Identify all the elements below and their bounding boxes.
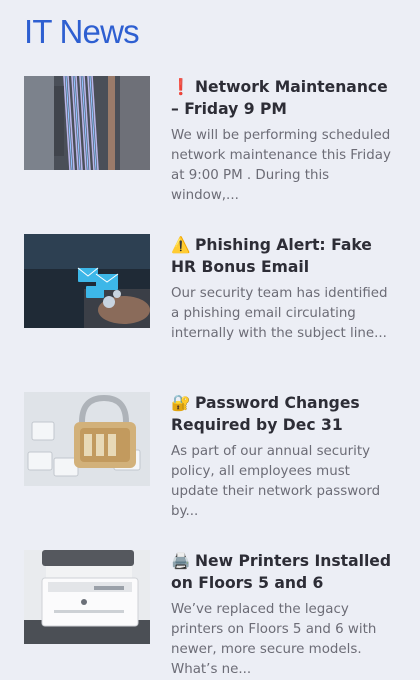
headline-text: Phishing Alert: Fake HR Bonus Email: [171, 236, 372, 276]
headline-text: Password Changes Required by Dec 31: [171, 394, 360, 434]
news-headline[interactable]: 🔐 Password Changes Required by Dec 31: [171, 392, 396, 436]
phishing-email-image[interactable]: [24, 234, 150, 328]
page-title: IT News: [24, 13, 140, 50]
warning-icon: ⚠️: [171, 236, 191, 254]
news-excerpt: We’ve replaced the legacy printers on Fl…: [171, 602, 377, 677]
news-headline[interactable]: ❗ Network Maintenance – Friday 9 PM: [171, 76, 396, 120]
news-item-phishing-alert[interactable]: ⚠️ Phishing Alert: Fake HR Bonus Email Ou…: [24, 234, 404, 354]
news-item-password-changes[interactable]: 🔐 Password Changes Required by Dec 31 As …: [24, 392, 404, 519]
news-headline[interactable]: 🖨️ New Printers Installed on Floors 5 and…: [171, 550, 396, 594]
news-item-new-printers[interactable]: 🖨️ New Printers Installed on Floors 5 and…: [24, 550, 404, 677]
printer-image[interactable]: [24, 550, 150, 644]
news-excerpt: Our security team has identified a phish…: [171, 286, 388, 341]
news-headline[interactable]: ⚠️ Phishing Alert: Fake HR Bonus Email: [171, 234, 396, 278]
headline-text: New Printers Installed on Floors 5 and 6: [171, 552, 392, 592]
news-excerpt: As part of our annual security policy, a…: [171, 444, 381, 519]
news-excerpt: We will be performing scheduled network …: [171, 128, 391, 203]
padlock-keyboard-image[interactable]: [24, 392, 150, 486]
network-cables-image[interactable]: [24, 76, 150, 170]
exclamation-icon: ❗: [171, 78, 191, 96]
it-news-page: IT News ❗ Network Maintenance – Friday 9…: [0, 0, 420, 677]
headline-text: Network Maintenance – Friday 9 PM: [171, 78, 388, 118]
news-item-network-maintenance[interactable]: ❗ Network Maintenance – Friday 9 PM We wi…: [24, 76, 404, 203]
lock-icon: 🔐: [171, 394, 191, 412]
printer-icon: 🖨️: [171, 552, 191, 570]
